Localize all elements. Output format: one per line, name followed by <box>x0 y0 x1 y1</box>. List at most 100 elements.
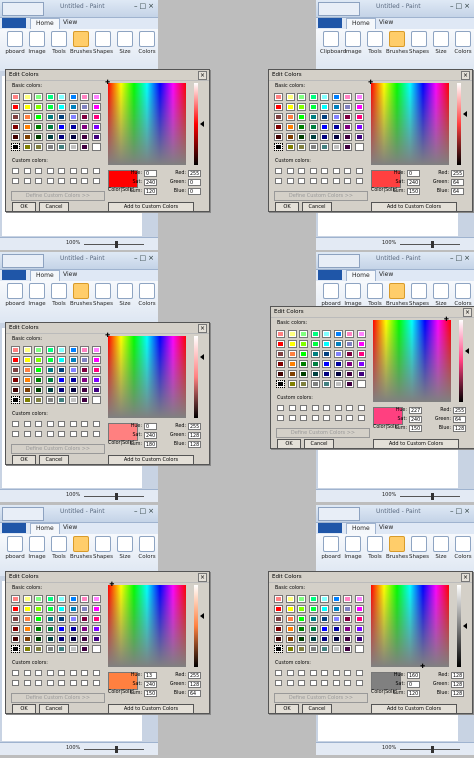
green-input[interactable]: 64 <box>451 179 464 186</box>
basic-color-swatch[interactable] <box>322 330 331 338</box>
basic-color-swatch[interactable] <box>276 380 285 388</box>
close-icon[interactable]: × <box>198 324 207 333</box>
basic-color-swatch[interactable] <box>320 113 329 121</box>
basic-color-swatch[interactable] <box>45 635 55 643</box>
basic-color-swatch[interactable] <box>45 376 55 384</box>
basic-color-swatch[interactable] <box>333 350 343 358</box>
basic-color-swatch[interactable] <box>285 103 295 111</box>
basic-color-swatch[interactable] <box>68 93 78 101</box>
basic-color-swatch[interactable] <box>45 123 55 131</box>
basic-color-swatch[interactable] <box>91 356 101 364</box>
basic-color-swatch[interactable] <box>11 376 20 384</box>
spectrum-crosshair[interactable]: ✚ <box>105 80 110 86</box>
basic-color-swatch[interactable] <box>322 360 331 368</box>
basic-color-swatch[interactable] <box>320 93 329 101</box>
tab-home[interactable]: Home <box>30 270 60 281</box>
basic-color-swatch[interactable] <box>331 123 341 131</box>
basic-color-swatch[interactable] <box>80 93 89 101</box>
basic-color-swatch[interactable] <box>34 133 43 141</box>
custom-color-swatch[interactable] <box>288 405 296 411</box>
custom-color-swatch[interactable] <box>275 670 282 676</box>
custom-color-swatch[interactable] <box>334 415 342 421</box>
basic-color-swatch[interactable] <box>333 330 343 338</box>
basic-color-swatch[interactable] <box>57 595 66 603</box>
window-controls[interactable]: –□× <box>450 2 472 10</box>
basic-color-swatch[interactable] <box>45 615 55 623</box>
basic-color-swatch[interactable] <box>285 595 295 603</box>
custom-color-swatch[interactable] <box>35 431 42 437</box>
custom-color-swatch[interactable] <box>355 168 363 174</box>
custom-color-swatch[interactable] <box>69 680 77 686</box>
basic-color-swatch[interactable] <box>285 123 295 131</box>
basic-color-swatch[interactable] <box>320 615 329 623</box>
luminosity-arrow-icon[interactable] <box>200 121 204 127</box>
custom-color-swatch[interactable] <box>275 680 282 686</box>
add-to-custom-colors-button[interactable]: Add to Custom Colors <box>371 202 457 212</box>
cancel-button[interactable]: Cancel <box>39 455 69 465</box>
ribbon-group-shapes[interactable]: Shapes <box>408 283 430 307</box>
window-controls[interactable]: –□× <box>134 2 156 10</box>
basic-color-swatch[interactable] <box>57 645 66 653</box>
basic-color-swatch[interactable] <box>57 625 66 633</box>
basic-color-swatch[interactable] <box>80 123 89 131</box>
custom-color-swatch[interactable] <box>12 168 19 174</box>
basic-color-swatch[interactable] <box>331 103 341 111</box>
ribbon-group-clipboard[interactable]: Clipboard <box>320 31 346 55</box>
basic-color-swatch[interactable] <box>22 615 32 623</box>
custom-color-swatch[interactable] <box>332 178 340 184</box>
basic-color-swatch[interactable] <box>320 595 329 603</box>
color-spectrum[interactable] <box>108 83 186 165</box>
basic-color-swatch[interactable] <box>299 380 308 388</box>
green-input[interactable]: 128 <box>451 681 464 688</box>
hue-input[interactable]: 13 <box>144 672 157 679</box>
custom-color-swatch[interactable] <box>334 405 342 411</box>
basic-color-swatch[interactable] <box>356 330 366 338</box>
basic-color-swatch[interactable] <box>343 93 352 101</box>
spectrum-crosshair[interactable]: ✚ <box>420 664 425 670</box>
luminosity-arrow-icon[interactable] <box>200 353 204 360</box>
window-controls[interactable]: –□× <box>450 507 472 515</box>
basic-color-swatch[interactable] <box>343 605 352 613</box>
ribbon-group-brushes[interactable]: Brushes <box>386 31 408 55</box>
basic-color-swatch[interactable] <box>345 340 354 348</box>
custom-color-swatch[interactable] <box>321 670 328 676</box>
basic-color-swatch[interactable] <box>331 113 341 121</box>
basic-color-swatch[interactable] <box>45 113 55 121</box>
basic-color-swatch[interactable] <box>356 370 366 378</box>
basic-color-swatch[interactable] <box>343 113 352 121</box>
basic-color-swatch[interactable] <box>297 123 306 131</box>
custom-color-swatch[interactable] <box>277 415 284 421</box>
custom-color-swatch[interactable] <box>357 415 365 421</box>
basic-color-swatch[interactable] <box>285 605 295 613</box>
basic-color-swatch[interactable] <box>34 605 43 613</box>
blue-input[interactable]: 128 <box>188 441 201 448</box>
basic-color-swatch[interactable] <box>57 605 66 613</box>
sat-input[interactable]: 240 <box>144 179 157 186</box>
basic-color-swatch[interactable] <box>331 595 341 603</box>
basic-color-swatch[interactable] <box>34 143 43 151</box>
color-spectrum[interactable] <box>371 83 449 165</box>
basic-color-swatch[interactable] <box>45 133 55 141</box>
basic-color-swatch[interactable] <box>297 143 306 151</box>
tab-home[interactable]: Home <box>346 270 376 281</box>
basic-color-swatch[interactable] <box>333 370 343 378</box>
lum-input[interactable]: 150 <box>144 690 157 697</box>
custom-color-swatch[interactable] <box>58 431 65 437</box>
basic-color-swatch[interactable] <box>320 645 329 653</box>
basic-color-swatch[interactable] <box>34 356 43 364</box>
ribbon-group-tools[interactable]: Tools <box>364 536 386 560</box>
luminosity-arrow-icon[interactable] <box>463 110 467 117</box>
file-menu-button[interactable] <box>2 18 26 28</box>
basic-color-swatch[interactable] <box>354 645 364 653</box>
tab-view[interactable]: View <box>374 270 398 280</box>
custom-color-swatch[interactable] <box>92 670 100 676</box>
basic-color-swatch[interactable] <box>80 103 89 111</box>
basic-color-swatch[interactable] <box>320 605 329 613</box>
ribbon-group-brushes[interactable]: Brushes <box>70 536 92 560</box>
basic-color-swatch[interactable] <box>274 93 283 101</box>
basic-color-swatch[interactable] <box>80 376 89 384</box>
basic-color-swatch[interactable] <box>285 635 295 643</box>
luminosity-arrow-icon[interactable] <box>463 623 467 629</box>
custom-color-swatch[interactable] <box>35 680 42 686</box>
sat-input[interactable]: 0 <box>407 681 420 688</box>
